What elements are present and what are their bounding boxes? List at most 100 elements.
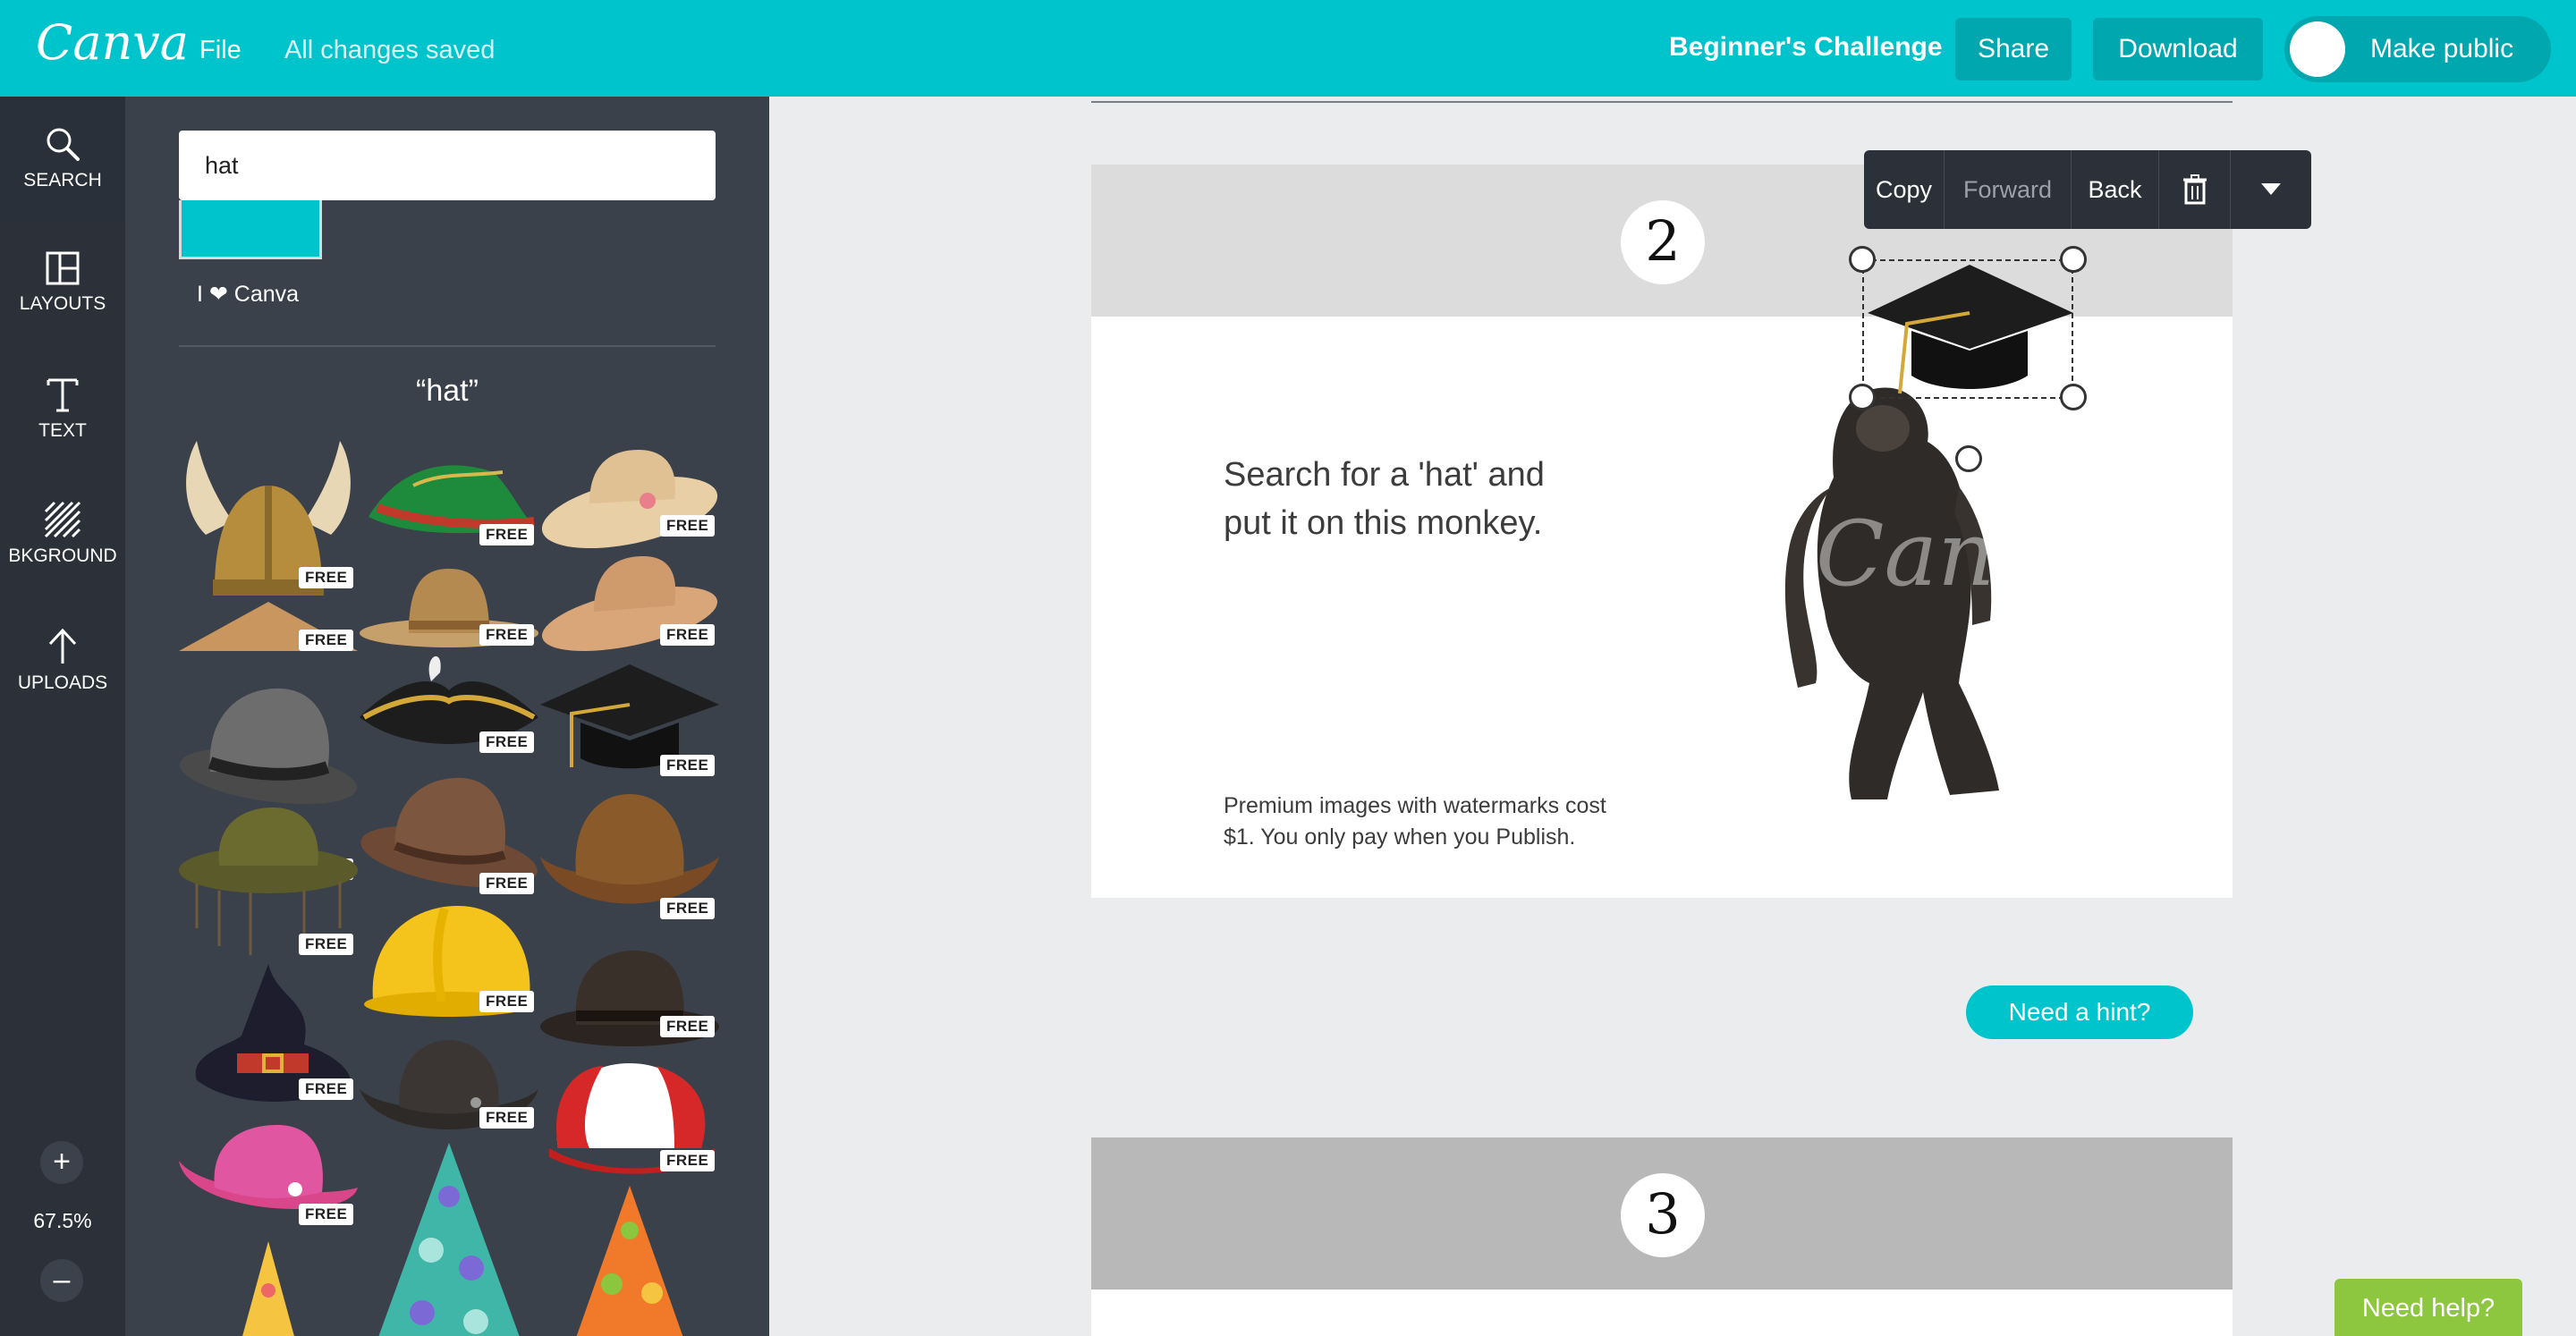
- rail-label-search: SEARCH: [23, 170, 102, 190]
- rail-item-search[interactable]: SEARCH: [0, 125, 125, 191]
- graduation-cap-icon: [1868, 265, 2073, 394]
- hat-brown-fedora[interactable]: FREE: [360, 767, 538, 906]
- resize-handle-top-right[interactable]: [2060, 246, 2087, 273]
- free-badge: FREE: [479, 524, 535, 545]
- hat-bowler[interactable]: FREE: [540, 946, 719, 1058]
- zoom-out-button[interactable]: –: [40, 1259, 83, 1302]
- panel-divider: [179, 345, 716, 347]
- hat-viking-helmet[interactable]: FREE: [179, 436, 358, 611]
- monkey-image[interactable]: Canva: [1744, 379, 2030, 817]
- free-badge: FREE: [299, 630, 354, 651]
- rail-item-layouts[interactable]: LAYOUTS: [0, 250, 125, 315]
- hat-sombrero[interactable]: FREE: [360, 562, 538, 655]
- free-badge: FREE: [479, 873, 535, 894]
- free-badge: FREE: [660, 755, 716, 776]
- resize-handle-bottom-left[interactable]: [1849, 384, 1876, 410]
- make-public-label: Make public: [2370, 34, 2514, 63]
- chevron-down-icon: [2261, 183, 2281, 195]
- need-a-hint-button[interactable]: Need a hint?: [1966, 985, 2193, 1039]
- page-3-number: 3: [1621, 1173, 1705, 1257]
- rail-label-text: TEXT: [38, 420, 87, 441]
- back-button[interactable]: Back: [2072, 150, 2159, 229]
- hat-grey-fedora[interactable]: FREE: [179, 669, 358, 880]
- free-badge: FREE: [299, 934, 354, 955]
- page-3[interactable]: 3: [1091, 1137, 2233, 1336]
- zoom-in-button[interactable]: +: [40, 1141, 83, 1184]
- i-love-canva-caption: I ❤ Canva: [197, 282, 300, 307]
- free-badge: FREE: [479, 991, 535, 1012]
- page-1-bottom-edge: [1091, 101, 2233, 103]
- free-badge: FREE: [660, 1016, 716, 1037]
- hat-party-3[interactable]: [540, 1186, 719, 1336]
- hat-pirate[interactable]: FREE: [360, 646, 538, 766]
- canva-watermark: Canva: [1816, 502, 2030, 606]
- instruction-text[interactable]: Search for a 'hat' and put it on this mo…: [1224, 451, 1599, 547]
- free-badge: FREE: [660, 624, 716, 646]
- selected-graduation-cap[interactable]: [1849, 246, 2087, 472]
- search-icon: [47, 128, 80, 161]
- rail-label-background: BKGROUND: [8, 545, 117, 566]
- hat-witch[interactable]: FREE: [179, 964, 358, 1112]
- fedora-icon: [179, 688, 358, 805]
- results-title: “hat”: [416, 374, 479, 408]
- forward-button[interactable]: Forward: [1945, 150, 2072, 229]
- resize-handle-top-left[interactable]: [1849, 246, 1876, 273]
- toggle-knob: [2290, 21, 2345, 77]
- previous-result-thumbnail[interactable]: [179, 200, 322, 259]
- upload-icon: [48, 628, 77, 664]
- top-bar: Canva File All changes saved Beginner's …: [0, 0, 2576, 97]
- text-icon: [47, 378, 79, 412]
- left-rail: SEARCH LAYOUTS TEXT BKGROUND UPLOADS + 6…: [0, 97, 125, 1336]
- free-badge: FREE: [299, 1078, 354, 1100]
- file-menu[interactable]: File: [199, 36, 242, 65]
- watermark-note[interactable]: Premium images with watermarks cost $1. …: [1224, 791, 1617, 853]
- hat-green-feather[interactable]: FREE: [360, 436, 538, 557]
- hat-cork[interactable]: FREE: [179, 803, 358, 968]
- free-badge: FREE: [299, 1204, 354, 1225]
- more-options-button[interactable]: [2231, 150, 2311, 229]
- rail-label-uploads: UPLOADS: [17, 672, 108, 693]
- hat-wide-straw[interactable]: FREE: [540, 547, 719, 659]
- free-badge: FREE: [299, 567, 354, 588]
- hat-black-cowboy[interactable]: FREE: [360, 1036, 538, 1147]
- background-icon: [44, 501, 81, 538]
- zoom-level: 67.5%: [33, 1209, 92, 1232]
- free-badge: FREE: [479, 1107, 535, 1129]
- search-input[interactable]: [179, 131, 716, 200]
- party-hat-icon: [378, 1143, 520, 1336]
- hat-pink-cowboy[interactable]: FREE: [179, 1125, 358, 1237]
- free-badge: FREE: [479, 731, 535, 753]
- hat-graduation-cap[interactable]: FREE: [540, 660, 719, 790]
- free-badge: FREE: [660, 898, 716, 919]
- hat-straw-sun[interactable]: FREE: [540, 436, 719, 557]
- hat-conical-straw[interactable]: FREE: [179, 597, 358, 664]
- trash-icon: [2182, 174, 2207, 205]
- rail-item-uploads[interactable]: UPLOADS: [0, 626, 125, 694]
- hat-hard-hat[interactable]: FREE: [360, 901, 538, 1031]
- search-box[interactable]: [179, 131, 716, 200]
- rail-item-text[interactable]: TEXT: [0, 376, 125, 442]
- copy-button[interactable]: Copy: [1864, 150, 1945, 229]
- delete-button[interactable]: [2159, 150, 2231, 229]
- hat-party-2[interactable]: [360, 1143, 538, 1336]
- rail-item-background[interactable]: BKGROUND: [0, 501, 125, 567]
- party-hat-icon: [242, 1241, 294, 1336]
- design-title[interactable]: Beginner's Challenge: [1669, 32, 1943, 63]
- make-public-toggle[interactable]: Make public: [2284, 16, 2551, 82]
- free-badge: FREE: [479, 624, 535, 646]
- hat-cowboy[interactable]: FREE: [540, 785, 719, 933]
- free-badge: FREE: [660, 515, 716, 537]
- page-2-number: 2: [1621, 200, 1705, 284]
- free-badge: FREE: [660, 1150, 716, 1171]
- download-button[interactable]: Download: [2093, 18, 2263, 80]
- share-button[interactable]: Share: [1955, 18, 2072, 80]
- resize-handle-bottom-right[interactable]: [2060, 384, 2087, 410]
- hat-party-1[interactable]: [179, 1241, 358, 1336]
- canva-logo[interactable]: Canva: [36, 14, 189, 71]
- rotate-handle[interactable]: [1955, 445, 1982, 472]
- save-status: All changes saved: [284, 36, 496, 64]
- rail-label-layouts: LAYOUTS: [19, 293, 106, 314]
- need-help-button[interactable]: Need help?: [2334, 1279, 2522, 1336]
- element-toolbar: Copy Forward Back: [1864, 150, 2311, 229]
- hat-baseball-cap[interactable]: FREE: [540, 1059, 719, 1188]
